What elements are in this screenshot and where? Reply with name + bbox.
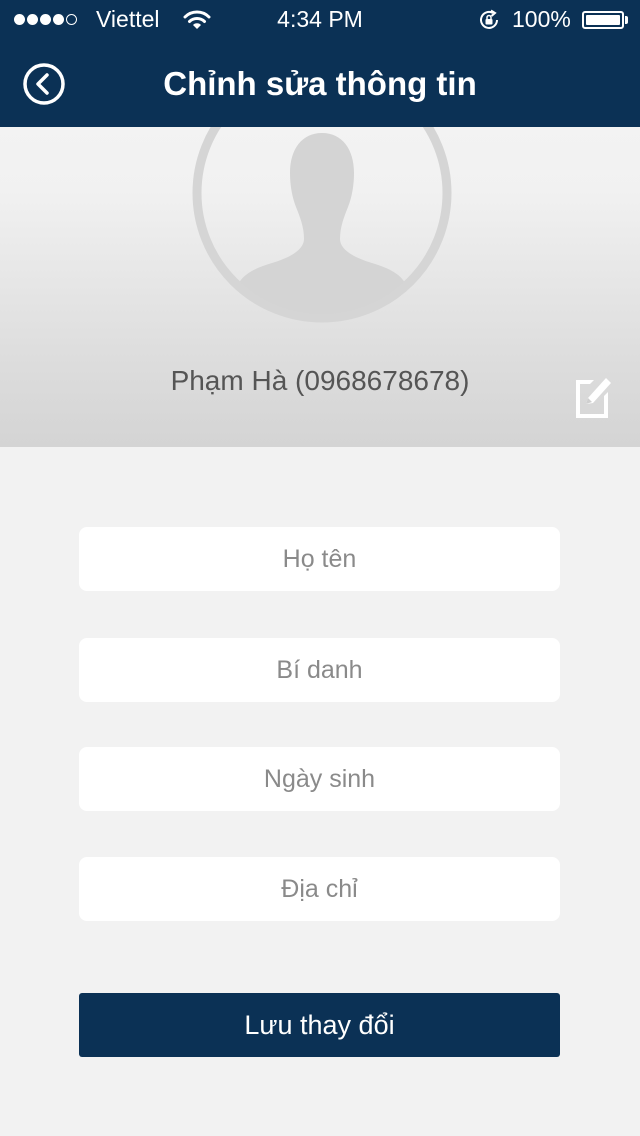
page-title: Chỉnh sửa thông tin <box>163 65 477 102</box>
battery-fill <box>586 15 620 25</box>
battery-percent: 100% <box>512 6 571 32</box>
avatar-person-icon[interactable] <box>192 127 452 323</box>
battery-tip <box>625 16 628 24</box>
full-name-input[interactable] <box>79 527 560 591</box>
status-bar: Viettel 4:34 PM 100% <box>0 0 640 40</box>
save-changes-button[interactable]: Lưu thay đổi <box>79 993 560 1057</box>
battery-icon <box>582 11 624 29</box>
profile-header: Phạm Hà (0968678678) <box>0 127 640 447</box>
edit-profile-screen: Viettel 4:34 PM 100% Chỉnh sửa thông tin <box>0 0 640 1136</box>
edit-pencil-icon[interactable] <box>572 372 612 418</box>
birthday-input[interactable] <box>79 747 560 811</box>
back-button[interactable] <box>22 62 66 106</box>
rotation-lock-icon <box>480 9 498 29</box>
profile-name-phone: Phạm Hà (0968678678) <box>170 365 470 396</box>
top-bar: Viettel 4:34 PM 100% Chỉnh sửa thông tin <box>0 0 640 127</box>
address-input[interactable] <box>79 857 560 921</box>
nickname-input[interactable] <box>79 638 560 702</box>
